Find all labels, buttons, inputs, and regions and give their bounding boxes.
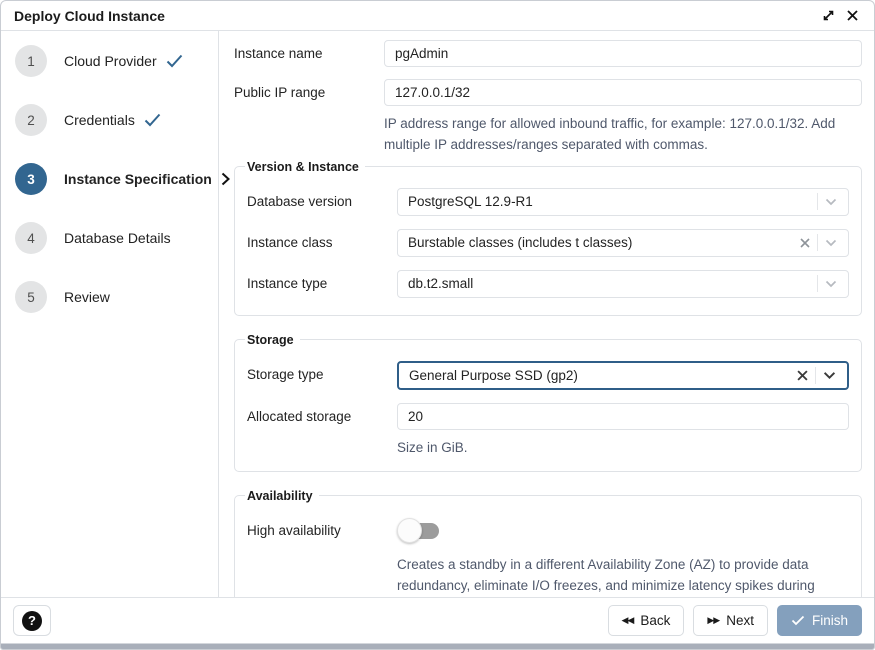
instance-type-label: Instance type xyxy=(247,270,397,298)
dialog-title: Deploy Cloud Instance xyxy=(14,8,816,24)
database-version-label: Database version xyxy=(247,188,397,216)
availability-legend: Availability xyxy=(245,489,319,503)
instance-class-label: Instance class xyxy=(247,229,397,257)
help-icon: ? xyxy=(22,611,42,631)
storage-fieldset: Storage Storage type General Purpose SSD… xyxy=(234,333,862,472)
database-version-select[interactable]: PostgreSQL 12.9-R1 xyxy=(397,188,849,216)
instance-specification-form: Instance name Public IP range IP address… xyxy=(219,31,874,597)
allocated-storage-input[interactable] xyxy=(397,403,849,430)
chevron-down-icon[interactable] xyxy=(822,280,840,288)
step-number-badge: 5 xyxy=(15,281,47,313)
window-bottom-edge xyxy=(1,643,874,649)
chevron-down-icon[interactable] xyxy=(820,371,839,380)
next-button[interactable]: ▶▶ Next xyxy=(693,605,768,636)
availability-fieldset: Availability High availability Creates a… xyxy=(234,489,862,597)
public-ip-input[interactable] xyxy=(384,79,862,106)
high-availability-toggle[interactable] xyxy=(397,517,439,545)
wizard-steps-sidebar: 1 Cloud Provider 2 Credentials 3 Instanc… xyxy=(1,31,219,597)
instance-type-select[interactable]: db.t2.small xyxy=(397,270,849,298)
step-review[interactable]: 5 Review xyxy=(15,281,208,313)
finish-button[interactable]: Finish xyxy=(777,605,862,636)
clear-icon[interactable] xyxy=(797,238,813,248)
chevron-down-icon[interactable] xyxy=(822,198,840,206)
version-instance-fieldset: Version & Instance Database version Post… xyxy=(234,160,862,316)
step-instance-specification[interactable]: 3 Instance Specification xyxy=(15,163,208,195)
next-icon: ▶▶ xyxy=(707,615,719,626)
instance-class-select[interactable]: Burstable classes (includes t classes) xyxy=(397,229,849,257)
storage-type-label: Storage type xyxy=(247,361,397,390)
check-icon xyxy=(166,54,183,68)
instance-name-input[interactable] xyxy=(384,40,862,67)
step-number-badge: 4 xyxy=(15,222,47,254)
dialog-body: 1 Cloud Provider 2 Credentials 3 Instanc… xyxy=(1,31,874,597)
step-number-badge: 3 xyxy=(15,163,47,195)
step-credentials[interactable]: 2 Credentials xyxy=(15,104,208,136)
instance-name-label: Instance name xyxy=(234,40,384,67)
clear-icon[interactable] xyxy=(794,370,811,381)
storage-legend: Storage xyxy=(245,333,300,347)
step-cloud-provider[interactable]: 1 Cloud Provider xyxy=(15,45,208,77)
allocated-storage-label: Allocated storage xyxy=(247,403,397,459)
step-database-details[interactable]: 4 Database Details xyxy=(15,222,208,254)
back-icon: ◀◀ xyxy=(622,615,634,626)
maximize-icon[interactable] xyxy=(816,4,840,28)
back-button[interactable]: ◀◀ Back xyxy=(608,605,685,636)
close-icon[interactable] xyxy=(840,4,864,28)
finish-check-icon xyxy=(791,615,805,626)
high-availability-help-text: Creates a standby in a different Availab… xyxy=(397,555,849,597)
dialog-titlebar: Deploy Cloud Instance xyxy=(1,1,874,31)
step-number-badge: 1 xyxy=(15,45,47,77)
step-number-badge: 2 xyxy=(15,104,47,136)
high-availability-label: High availability xyxy=(247,517,397,597)
storage-type-select[interactable]: General Purpose SSD (gp2) xyxy=(397,361,849,390)
chevron-down-icon[interactable] xyxy=(822,239,840,247)
help-button[interactable]: ? xyxy=(13,605,51,636)
deploy-cloud-instance-dialog: Deploy Cloud Instance 1 Cloud Provider 2… xyxy=(0,0,875,650)
public-ip-help-text: IP address range for allowed inbound tra… xyxy=(384,114,862,156)
version-instance-legend: Version & Instance xyxy=(245,160,365,174)
allocated-storage-help-text: Size in GiB. xyxy=(397,438,849,459)
dialog-footer: ? ◀◀ Back ▶▶ Next Finish xyxy=(1,597,874,643)
check-icon xyxy=(144,113,161,127)
public-ip-label: Public IP range xyxy=(234,79,384,156)
